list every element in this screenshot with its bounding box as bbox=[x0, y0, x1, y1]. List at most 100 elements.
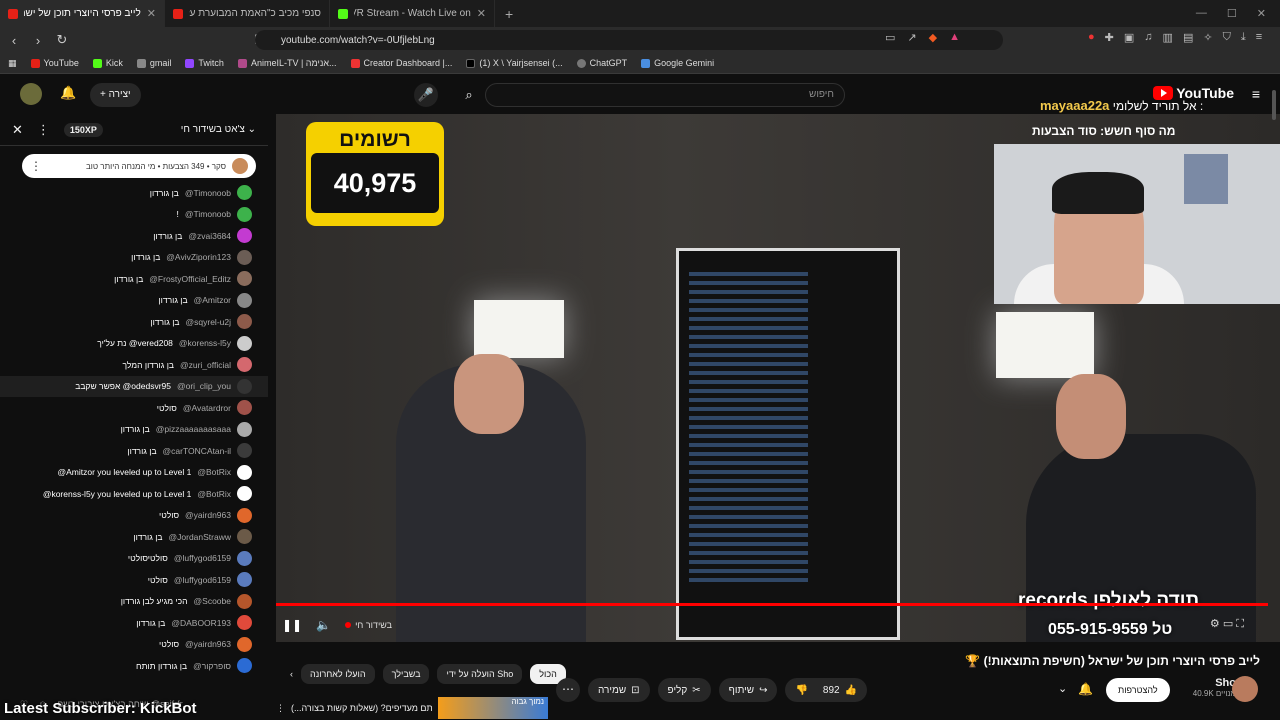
chat-avatar[interactable] bbox=[237, 357, 252, 373]
channel-avatar[interactable] bbox=[1232, 676, 1258, 702]
vpn-icon[interactable]: ⛉ bbox=[1223, 31, 1231, 44]
chat-avatar[interactable] bbox=[237, 421, 252, 437]
bookmark-x[interactable]: (1) X \ Yairjsensei (... bbox=[466, 58, 563, 68]
chat-message[interactable]: סולטי @yairdn963 bbox=[0, 505, 268, 527]
chip-recent[interactable]: הועלו לאחרונה bbox=[301, 664, 375, 684]
brave-rewards-icon[interactable]: ▲ bbox=[949, 31, 960, 44]
close-tab-icon[interactable]: ✕ bbox=[147, 7, 156, 20]
chat-author[interactable]: @AvivZiporin123 bbox=[166, 252, 231, 262]
bookmark-creator-dashboard[interactable]: Creator Dashboard |... bbox=[350, 58, 452, 68]
brave-shield-icon[interactable]: ◆ bbox=[929, 31, 937, 44]
voice-search-icon[interactable]: 🎤 bbox=[414, 83, 438, 107]
chat-message[interactable]: בן גורדון @zvai3684 bbox=[0, 225, 268, 247]
chip-uploaded-by-sho[interactable]: הועלה על ידי Sho bbox=[437, 664, 523, 684]
create-button[interactable]: + יצירה bbox=[90, 83, 141, 107]
bookmark-gemini[interactable]: Google Gemini bbox=[641, 58, 714, 68]
wallet-icon[interactable]: ▤ bbox=[1183, 31, 1193, 44]
chat-avatar[interactable] bbox=[237, 335, 252, 351]
chat-message[interactable]: בן גורדון @AvivZiporin123 bbox=[0, 247, 268, 269]
theater-mode-icon[interactable]: ▭ bbox=[1223, 618, 1233, 630]
like-icon[interactable]: 👍 bbox=[845, 685, 857, 696]
chat-message[interactable]: סולטי @yairdn963 bbox=[0, 634, 268, 656]
pause-icon[interactable]: ❚❚ bbox=[282, 618, 302, 632]
chat-message[interactable]: סולטי @Avatardror bbox=[0, 397, 268, 419]
xp-badge[interactable]: 150XP bbox=[63, 122, 103, 137]
chat-avatar[interactable] bbox=[237, 378, 252, 394]
bookmark-animeil[interactable]: AnimeIL-TV | אנימה... bbox=[237, 58, 337, 68]
clip-button[interactable]: קליפ ✂ bbox=[657, 678, 711, 702]
chat-message[interactable]: נת על'יך @vered208 @korenss-l5y bbox=[0, 333, 268, 355]
rec-menu-icon[interactable]: ⋮ bbox=[276, 703, 285, 714]
like-dislike-button[interactable]: 👎 892 👍 bbox=[785, 678, 868, 702]
chat-mode-dropdown[interactable]: צ'אט בשידור חי ⌄ bbox=[181, 124, 256, 135]
ai-icon[interactable]: ✧ bbox=[1203, 31, 1212, 44]
maximize-icon[interactable]: ☐ bbox=[1227, 7, 1237, 20]
dislike-icon[interactable]: 👎 bbox=[795, 685, 807, 696]
chat-menu-icon[interactable]: ⋮ bbox=[37, 122, 50, 138]
chat-author[interactable]: @zuri_official bbox=[180, 360, 231, 370]
join-button[interactable]: להצטרפות bbox=[1106, 678, 1170, 702]
search-icon[interactable]: ⌕ bbox=[455, 83, 483, 107]
screenshot-icon[interactable]: ▣ bbox=[1124, 31, 1134, 44]
fullscreen-icon[interactable]: ⛶ bbox=[1236, 618, 1244, 630]
chat-author[interactable]: @Timonoob bbox=[185, 188, 231, 198]
chat-message[interactable]: בן גורדון @JordanStraww bbox=[0, 526, 268, 548]
downloads-icon[interactable]: ⤓ bbox=[1241, 31, 1246, 44]
record-icon[interactable]: ● bbox=[1088, 31, 1095, 44]
chat-avatar[interactable] bbox=[237, 249, 252, 265]
chat-author[interactable]: @luffygod6159 bbox=[174, 553, 231, 563]
chat-message[interactable]: בן גורדון @FrostyOfficial_Editz bbox=[0, 268, 268, 290]
sidebar-icon[interactable]: ▥ bbox=[1163, 31, 1173, 44]
notifications-bell-icon[interactable]: 🔔 bbox=[60, 85, 76, 101]
chat-avatar[interactable] bbox=[237, 271, 252, 287]
poll-menu-icon[interactable]: ⋮ bbox=[30, 159, 42, 173]
chat-avatar[interactable] bbox=[237, 443, 252, 459]
bookmark-chatgpt[interactable]: ChatGPT bbox=[576, 58, 627, 68]
chat-avatar[interactable] bbox=[237, 464, 252, 480]
tab-youtube-video[interactable]: סנפי מכיב כ"האמת המבוערת על bbox=[165, 0, 330, 27]
chat-message[interactable]: @korenss-l5y you leveled up to Level 1 @B… bbox=[0, 483, 268, 505]
chat-author[interactable]: @Timonoob bbox=[185, 209, 231, 219]
tab-kick-stream[interactable]: OdedSVR Stream - Watch Live on ✕ bbox=[330, 0, 495, 27]
bookmark-twitch[interactable]: Twitch bbox=[185, 58, 224, 68]
chat-author[interactable]: @korenss-l5y bbox=[179, 338, 231, 348]
subscribe-bell-icon[interactable]: 🔔 bbox=[1078, 682, 1093, 696]
chat-avatar[interactable] bbox=[237, 593, 252, 609]
chat-author[interactable]: @BotRix bbox=[197, 489, 231, 499]
chat-author[interactable]: @DABOOR193 bbox=[171, 618, 231, 628]
chat-message[interactable]: הכי מגיע לבן גורדון @Scoobe bbox=[0, 591, 268, 613]
chip-for-you[interactable]: בשבילך bbox=[382, 664, 430, 684]
chat-avatar[interactable] bbox=[237, 550, 252, 566]
chat-avatar[interactable] bbox=[237, 206, 252, 222]
recommended-video[interactable]: ⋮ מה אתם מעדיפים? (שאלות קשות בצורה...) … bbox=[276, 696, 548, 720]
chat-author[interactable]: @yairdn963 bbox=[185, 639, 231, 649]
chat-avatar[interactable] bbox=[237, 658, 252, 674]
page-scrollbar[interactable] bbox=[1272, 90, 1276, 120]
close-tab-icon[interactable]: ✕ bbox=[477, 7, 486, 20]
progress-bar[interactable] bbox=[276, 603, 1268, 606]
chat-message[interactable]: בן גורדון @pizzaaaaaaasaaa bbox=[0, 419, 268, 441]
chat-author[interactable]: @pizzaaaaaaasaaa bbox=[156, 424, 231, 434]
chat-avatar[interactable] bbox=[237, 572, 252, 588]
chat-avatar[interactable] bbox=[237, 615, 252, 631]
music-icon[interactable]: ♫ bbox=[1144, 31, 1152, 44]
chat-avatar[interactable] bbox=[237, 228, 252, 244]
new-tab-button[interactable]: + bbox=[495, 6, 523, 22]
forward-icon[interactable]: › bbox=[28, 33, 48, 48]
chat-author[interactable]: @carTONCAtan-il bbox=[163, 446, 231, 456]
chat-message[interactable]: בן גורדון @Timonoob bbox=[0, 182, 268, 204]
chat-author[interactable]: @sqyrel-u2j bbox=[186, 317, 231, 327]
settings-icon[interactable]: ⚙ bbox=[1210, 618, 1220, 630]
chat-author[interactable]: @BotRix bbox=[197, 467, 231, 477]
chat-avatar[interactable] bbox=[237, 314, 252, 330]
chat-avatar[interactable] bbox=[237, 636, 252, 652]
share-button[interactable]: שיתוף ↪ bbox=[718, 678, 778, 702]
search-input[interactable]: חיפוש bbox=[485, 83, 845, 107]
chat-author[interactable]: @yairdn963 bbox=[185, 510, 231, 520]
chat-message[interactable]: בן גורדון @Amitzor bbox=[0, 290, 268, 312]
chat-author[interactable]: @סופרקור bbox=[193, 661, 231, 671]
chevron-down-icon[interactable]: ⌄ bbox=[1058, 682, 1067, 695]
chat-message[interactable]: בן גורדון תותח @סופרקור bbox=[0, 655, 268, 677]
save-button[interactable]: שמירה ⊡ bbox=[588, 678, 650, 702]
share-icon[interactable]: ↗ bbox=[907, 31, 916, 44]
